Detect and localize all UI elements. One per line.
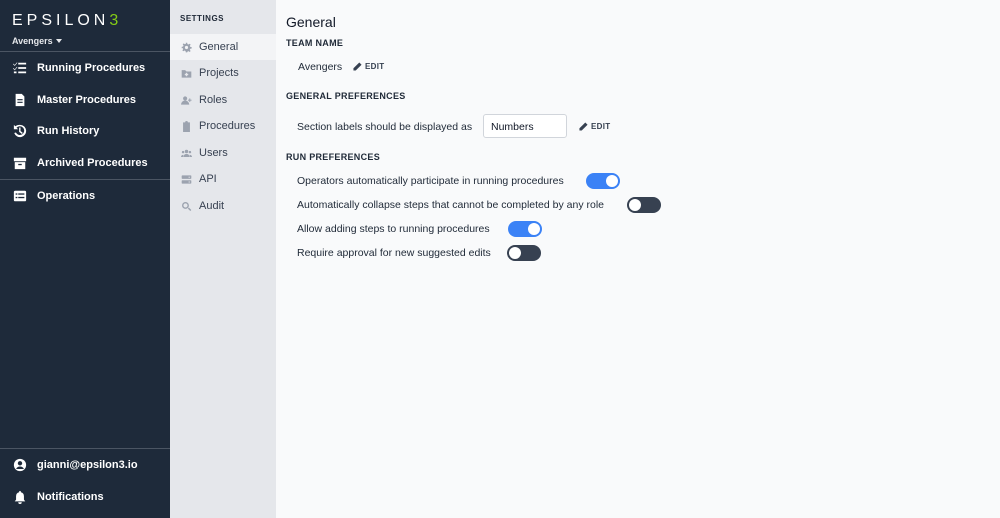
nav-label: gianni@epsilon3.io (37, 459, 138, 471)
server-icon (181, 174, 192, 184)
settings-item-label: API (199, 173, 217, 185)
nav-archived-procedures[interactable]: Archived Procedures (0, 150, 170, 176)
toggle-allow-adding-steps[interactable] (508, 221, 542, 237)
history-icon (13, 124, 27, 138)
settings-item-label: General (199, 41, 239, 53)
logo-text: EPSILON (12, 12, 110, 29)
settings-item-label: Audit (199, 200, 225, 212)
toggle-knob (629, 199, 641, 211)
bell-icon (13, 490, 27, 504)
run-preferences-heading: RUN PREFERENCES (286, 152, 381, 162)
user-circle-icon (13, 458, 27, 472)
toggle-knob (509, 247, 521, 259)
gear-icon (181, 42, 192, 52)
nav-user-account[interactable]: gianni@epsilon3.io (0, 452, 170, 478)
team-name: Avengers (12, 36, 53, 46)
nav-operations[interactable]: Operations (0, 183, 170, 209)
settings-sidebar: SETTINGS General Projects Roles Procedur… (170, 0, 410, 518)
edit-section-labels-button[interactable]: EDIT (579, 122, 610, 131)
toggle-knob (528, 223, 540, 235)
nav-label: Running Procedures (37, 62, 146, 74)
team-selector[interactable]: Avengers (12, 36, 62, 46)
settings-item-label: Roles (199, 94, 228, 106)
settings-item-users[interactable]: Users (170, 140, 276, 166)
pencil-icon (579, 122, 588, 131)
settings-item-label: Procedures (199, 120, 256, 132)
pencil-icon (353, 62, 362, 71)
folder-plus-icon (181, 69, 192, 78)
toggle-require-approval[interactable] (507, 245, 541, 261)
general-settings-panel: General TEAM NAME Avengers EDIT GENERAL … (276, 0, 1000, 518)
nav-label: Run History (37, 125, 100, 137)
settings-item-general[interactable]: General (170, 34, 276, 60)
epsilon3-logo[interactable]: EPSILON3 (12, 12, 122, 30)
settings-item-api[interactable]: API (170, 166, 276, 192)
settings-item-label: Users (199, 147, 228, 159)
toggle-knob (606, 175, 618, 187)
toggle-operators-participate[interactable] (586, 173, 620, 189)
pref-label: Require approval for new suggested edits (297, 247, 491, 259)
toggle-collapse-steps[interactable] (627, 197, 661, 213)
nav-label: Notifications (37, 491, 104, 503)
list-check-icon (13, 61, 27, 75)
divider (0, 51, 170, 52)
main-sidebar: EPSILON3 Avengers Running Procedures Mas… (0, 0, 170, 518)
divider (0, 179, 170, 180)
caret-down-icon (55, 39, 62, 43)
clipboard-icon (183, 120, 190, 132)
general-preferences-heading: GENERAL PREFERENCES (286, 91, 406, 101)
list-icon (13, 189, 27, 203)
nav-running-procedures[interactable]: Running Procedures (0, 55, 170, 81)
edit-team-name-button[interactable]: EDIT (353, 62, 384, 71)
edit-label: EDIT (591, 122, 611, 131)
document-icon (13, 93, 27, 107)
divider (0, 448, 170, 449)
nav-label: Master Procedures (37, 94, 137, 106)
team-name-heading: TEAM NAME (286, 38, 344, 48)
nav-label: Archived Procedures (37, 157, 148, 169)
edit-label: EDIT (365, 62, 385, 71)
settings-item-audit[interactable]: Audit (170, 193, 276, 219)
settings-item-procedures[interactable]: Procedures (170, 113, 276, 139)
nav-run-history[interactable]: Run History (0, 118, 170, 144)
users-icon (181, 149, 192, 157)
nav-notifications[interactable]: Notifications (0, 484, 170, 510)
pref-label: Automatically collapse steps that cannot… (297, 199, 605, 211)
page-title: General (286, 14, 336, 30)
search-icon (182, 201, 192, 211)
pref-label: Allow adding steps to running procedures (297, 223, 490, 235)
logo-accent: 3 (109, 12, 123, 29)
section-labels-text: Section labels should be displayed as (297, 121, 473, 133)
archive-icon (13, 156, 27, 170)
section-labels-value: Numbers (483, 114, 567, 138)
settings-heading: SETTINGS (180, 14, 225, 23)
settings-item-label: Projects (199, 67, 239, 79)
nav-label: Operations (37, 190, 96, 202)
settings-item-roles[interactable]: Roles (170, 87, 276, 113)
settings-item-projects[interactable]: Projects (170, 60, 276, 86)
team-name-value: Avengers (298, 61, 343, 73)
pref-label: Operators automatically participate in r… (297, 175, 564, 187)
nav-master-procedures[interactable]: Master Procedures (0, 87, 170, 113)
user-plus-icon (181, 95, 192, 105)
